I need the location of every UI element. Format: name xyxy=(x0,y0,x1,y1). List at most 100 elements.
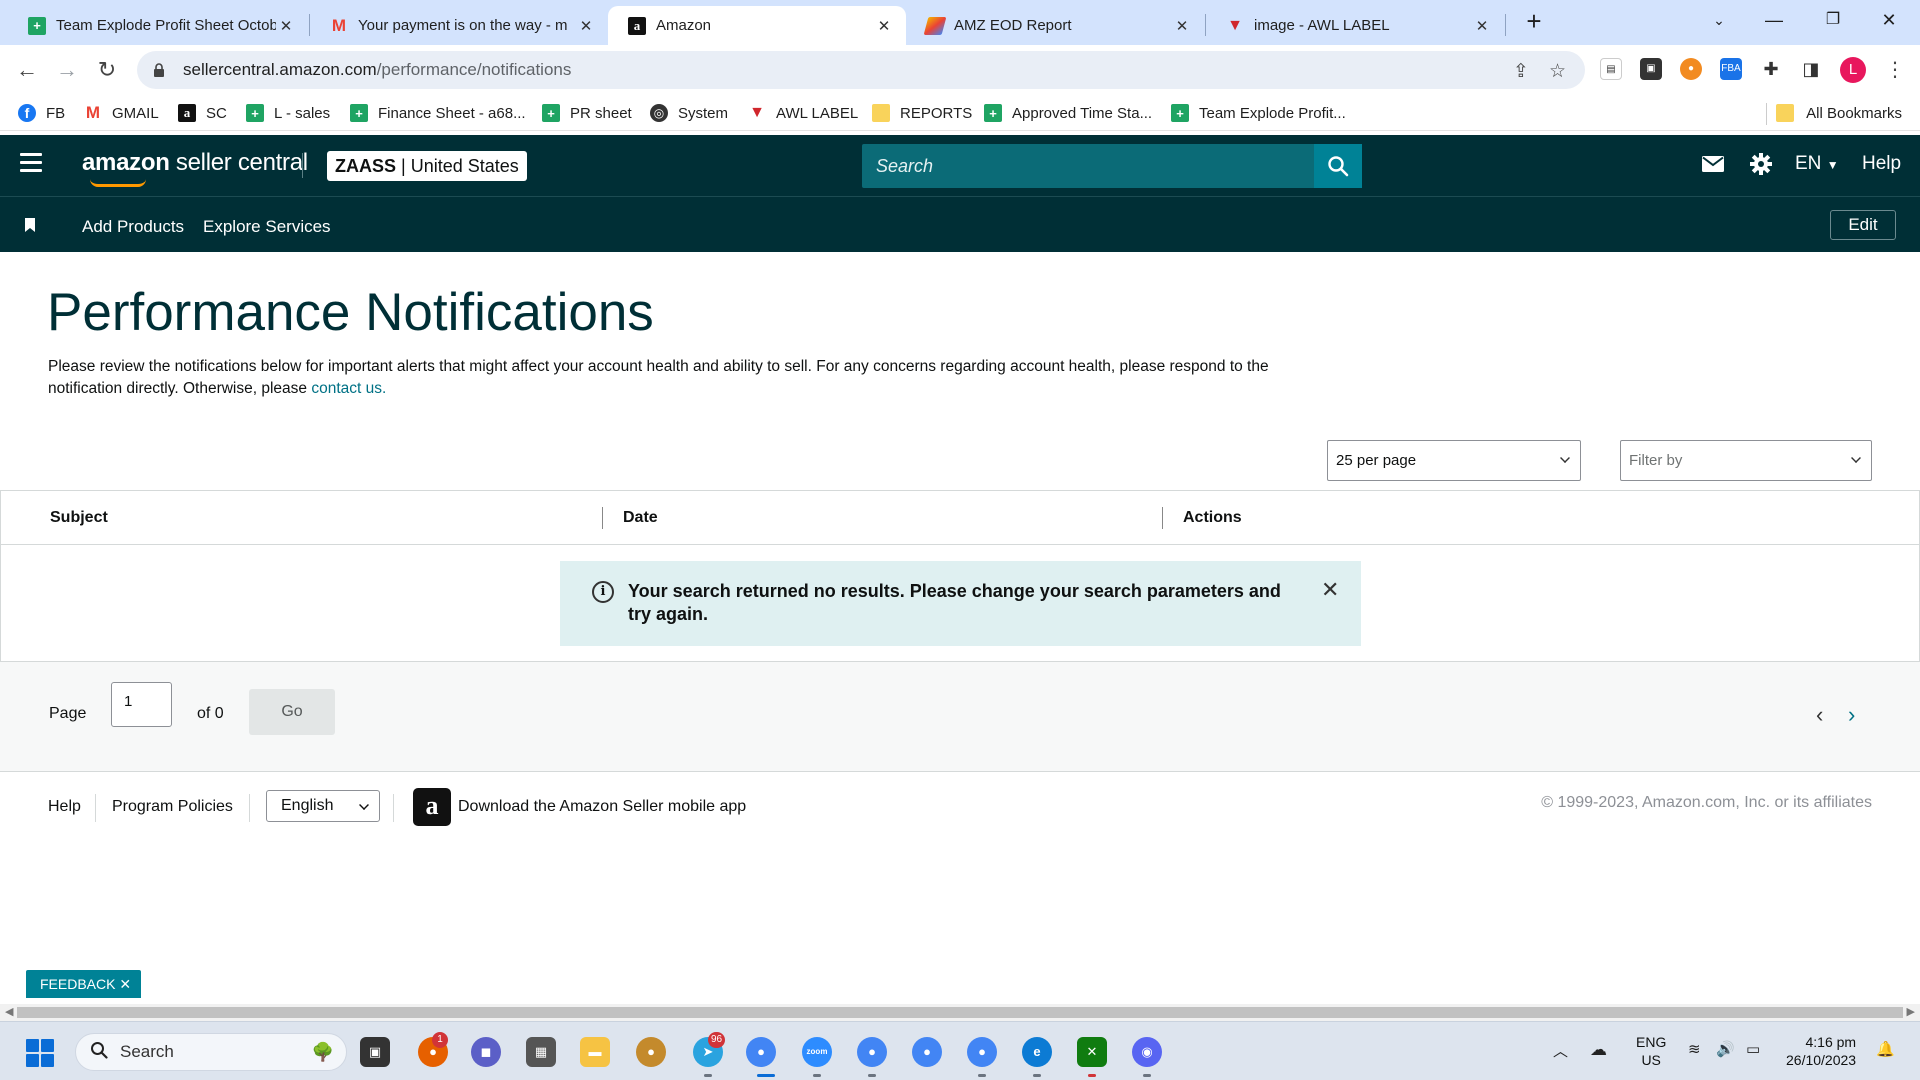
discord-icon[interactable]: ◉ xyxy=(1132,1037,1162,1067)
browser-tab[interactable]: M Your payment is on the way - m ✕ xyxy=(310,6,608,45)
minimize-icon[interactable]: — xyxy=(1751,5,1797,35)
close-icon[interactable]: ✕ xyxy=(119,976,131,992)
browser-tab[interactable]: ▼ image - AWL LABEL ✕ xyxy=(1206,6,1504,45)
bookmark-awl-label[interactable]: ▼ AWL LABEL xyxy=(748,101,858,125)
next-page-icon[interactable]: › xyxy=(1848,702,1855,728)
file-explorer-icon[interactable]: ▬ xyxy=(580,1037,610,1067)
close-icon[interactable]: ✕ xyxy=(874,17,894,35)
go-button[interactable]: Go xyxy=(249,689,335,735)
bookmark-pr-sheet[interactable]: + PR sheet xyxy=(542,101,632,125)
tab-search-icon[interactable]: ⌄ xyxy=(1696,5,1742,35)
bookmark-approved-time[interactable]: + Approved Time Sta... xyxy=(984,101,1152,125)
profile-avatar[interactable]: L xyxy=(1840,57,1866,83)
amazon-seller-app-icon[interactable]: a xyxy=(413,788,451,826)
bookmark-gmail[interactable]: M GMAIL xyxy=(84,101,159,125)
mail-icon[interactable] xyxy=(1702,156,1724,177)
share-icon[interactable]: ⇪ xyxy=(1513,60,1529,83)
settings-gear-icon[interactable] xyxy=(1749,152,1773,181)
bookmark-finance-sheet[interactable]: + Finance Sheet - a68... xyxy=(350,101,526,125)
header-help-link[interactable]: Help xyxy=(1862,153,1901,175)
task-view-icon[interactable]: ▣ xyxy=(360,1037,390,1067)
wifi-icon[interactable]: ≋ xyxy=(1688,1040,1701,1058)
horizontal-scrollbar[interactable]: ◀ ▶ xyxy=(0,1004,1920,1021)
contact-us-link[interactable]: contact us. xyxy=(311,380,386,397)
forward-icon[interactable]: → xyxy=(52,55,82,85)
scrollbar-thumb[interactable] xyxy=(17,1007,1903,1018)
reload-icon[interactable]: ↻ xyxy=(92,55,122,85)
chrome-icon[interactable]: ● xyxy=(912,1037,942,1067)
address-bar[interactable]: sellercentral.amazon.com/performance/not… xyxy=(137,51,1585,89)
all-bookmarks[interactable]: All Bookmarks xyxy=(1776,101,1902,125)
onedrive-cloud-icon[interactable]: ☁ xyxy=(1590,1040,1607,1060)
side-panel-icon[interactable]: ◨ xyxy=(1800,58,1822,80)
previous-page-icon[interactable]: ‹ xyxy=(1816,702,1823,728)
browser-tab[interactable]: AMZ EOD Report ✕ xyxy=(906,6,1204,45)
window-close-icon[interactable]: ✕ xyxy=(1866,5,1912,35)
running-indicator xyxy=(868,1074,876,1077)
puzzle-icon[interactable]: ✚ xyxy=(1760,58,1782,80)
program-policies-link[interactable]: Program Policies xyxy=(112,798,233,816)
footer-help-link[interactable]: Help xyxy=(48,798,81,816)
input-language[interactable]: ENG US xyxy=(1636,1033,1666,1069)
calculator-icon[interactable]: ▦ xyxy=(526,1037,556,1067)
chrome-icon[interactable]: ● xyxy=(746,1037,776,1067)
close-icon[interactable]: ✕ xyxy=(1472,17,1492,35)
game-app-icon[interactable]: ● xyxy=(636,1037,666,1067)
xbox-icon[interactable]: ✕ xyxy=(1077,1037,1107,1067)
windows-start-icon[interactable] xyxy=(26,1039,54,1067)
language-toggle[interactable]: EN ▼ xyxy=(1795,153,1839,175)
page-number-input[interactable]: 1 xyxy=(111,682,172,727)
extension-icon[interactable]: ● xyxy=(1680,58,1702,80)
bookmark-icon[interactable] xyxy=(24,217,36,237)
browser-tab[interactable]: + Team Explode Profit Sheet Octob ✕ xyxy=(8,6,308,45)
search-button[interactable] xyxy=(1314,144,1362,188)
scroll-left-icon[interactable]: ◀ xyxy=(5,1005,13,1018)
system-clock[interactable]: 4:16 pm 26/10/2023 xyxy=(1786,1033,1856,1069)
new-tab-button[interactable]: + xyxy=(1520,8,1548,36)
close-icon[interactable]: ✕ xyxy=(1321,578,1341,646)
chrome-icon[interactable]: ● xyxy=(967,1037,997,1067)
browser-tab-active[interactable]: a Amazon ✕ xyxy=(608,6,906,45)
footer-language-select[interactable]: English xyxy=(266,790,380,822)
bookmark-system[interactable]: ◎ System xyxy=(650,101,728,125)
menu-kebab-icon[interactable]: ⋮ xyxy=(1880,55,1910,85)
scroll-right-icon[interactable]: ▶ xyxy=(1907,1005,1915,1018)
account-switcher[interactable]: ZAASS | United States xyxy=(327,151,527,181)
close-icon[interactable]: ✕ xyxy=(1172,17,1192,35)
taskbar-search[interactable]: Search 🌳 xyxy=(75,1033,347,1071)
star-icon[interactable]: ☆ xyxy=(1549,60,1566,83)
column-subject[interactable]: Subject xyxy=(50,509,108,527)
bookmark-l-sales[interactable]: + L - sales xyxy=(246,101,330,125)
chrome-icon[interactable]: ● xyxy=(857,1037,887,1067)
volume-icon[interactable]: 🔊 xyxy=(1716,1040,1735,1058)
fba-extension-icon[interactable]: FBA xyxy=(1720,58,1742,80)
back-icon[interactable]: ← xyxy=(12,55,42,85)
edge-icon[interactable]: e xyxy=(1022,1037,1052,1067)
close-icon[interactable]: ✕ xyxy=(276,17,296,35)
extension-icon[interactable]: ▤ xyxy=(1600,58,1622,80)
bookmark-reports[interactable]: REPORTS xyxy=(872,101,972,125)
extension-icon[interactable]: ▣ xyxy=(1640,58,1662,80)
battery-icon[interactable]: ▭ xyxy=(1746,1040,1760,1058)
per-page-select[interactable]: 25 per page xyxy=(1327,440,1581,481)
restore-icon[interactable]: ❐ xyxy=(1810,5,1856,35)
close-icon[interactable]: ✕ xyxy=(576,17,596,35)
seller-central-logo[interactable]: amazon seller central xyxy=(82,149,308,187)
hamburger-menu-icon[interactable] xyxy=(20,153,42,173)
filter-select[interactable]: Filter by xyxy=(1620,440,1872,481)
add-products-link[interactable]: Add Products xyxy=(82,217,184,237)
notification-bell-icon[interactable]: 🔔 xyxy=(1876,1040,1895,1058)
bookmark-fb[interactable]: f FB xyxy=(18,101,65,125)
bookmark-sc[interactable]: a SC xyxy=(178,101,227,125)
explore-services-link[interactable]: Explore Services xyxy=(203,217,331,237)
chevron-up-icon[interactable]: ︿ xyxy=(1553,1040,1568,1061)
search-bar xyxy=(862,144,1362,188)
edit-nav-button[interactable]: Edit xyxy=(1830,210,1896,240)
search-input[interactable] xyxy=(862,144,1312,188)
bookmark-team-explode[interactable]: + Team Explode Profit... xyxy=(1171,101,1346,125)
zoom-icon[interactable]: zoom xyxy=(802,1037,832,1067)
column-date[interactable]: Date xyxy=(623,509,658,527)
feedback-button[interactable]: FEEDBACK ✕ xyxy=(26,970,142,998)
video-chat-icon[interactable]: ◼ xyxy=(471,1037,501,1067)
download-app-link[interactable]: Download the Amazon Seller mobile app xyxy=(458,798,746,816)
